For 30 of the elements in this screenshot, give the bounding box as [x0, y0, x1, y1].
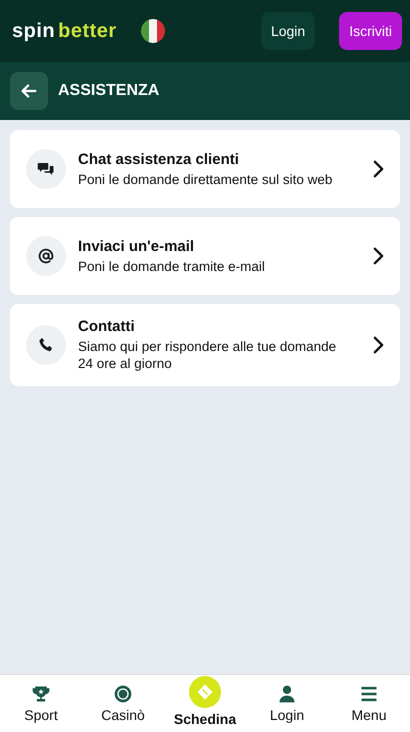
- casino-chip-icon: [113, 684, 133, 704]
- option-title: Inviaci un'e-mail: [78, 238, 196, 254]
- phone-icon: [37, 336, 55, 354]
- page-title: ASSISTENZA: [58, 82, 160, 100]
- option-description: Poni le domande tramite e-mail: [78, 258, 266, 274]
- login-button[interactable]: Login: [260, 12, 316, 50]
- chevron-right-icon: [373, 160, 384, 178]
- support-option-card[interactable]: Contatti Siamo qui per rispondere alle tue domande 24 ore al giorno: [10, 304, 400, 386]
- trophy-icon: [31, 684, 51, 704]
- nav-tab[interactable]: Schedina: [164, 675, 246, 732]
- menu-icon: [359, 684, 379, 704]
- chevron-right-icon: [373, 247, 384, 265]
- logo[interactable]: spin better: [12, 20, 117, 42]
- back-arrow-icon: [20, 82, 38, 100]
- option-description: Poni le domande direttamente sul sito web: [78, 170, 334, 188]
- option-title: Chat assistenza clienti: [78, 150, 240, 168]
- flag-icon[interactable]: [140, 19, 165, 43]
- option-description: Siamo qui per rispondere alle tue domande 24 ore al giorno: [78, 338, 338, 372]
- register-button[interactable]: Iscriviti: [339, 12, 402, 50]
- option-title: Contatti: [78, 318, 136, 335]
- chevron-right-icon: [373, 336, 384, 354]
- nav-tab[interactable]: Login: [246, 675, 328, 732]
- nav-tab[interactable]: Menu: [328, 675, 410, 732]
- support-option-card[interactable]: Chat assistenza clienti Poni le domande direttamente sul sito web: [10, 130, 400, 208]
- back-button[interactable]: [10, 72, 48, 110]
- at-sign-icon: [37, 247, 55, 265]
- support-option-card[interactable]: Inviaci un'e-mail Poni le domande tramite e-mail: [10, 217, 400, 295]
- nav-tab[interactable]: Sport: [0, 675, 82, 732]
- user-icon: [277, 684, 297, 704]
- nav-tab[interactable]: Casinò: [82, 675, 164, 732]
